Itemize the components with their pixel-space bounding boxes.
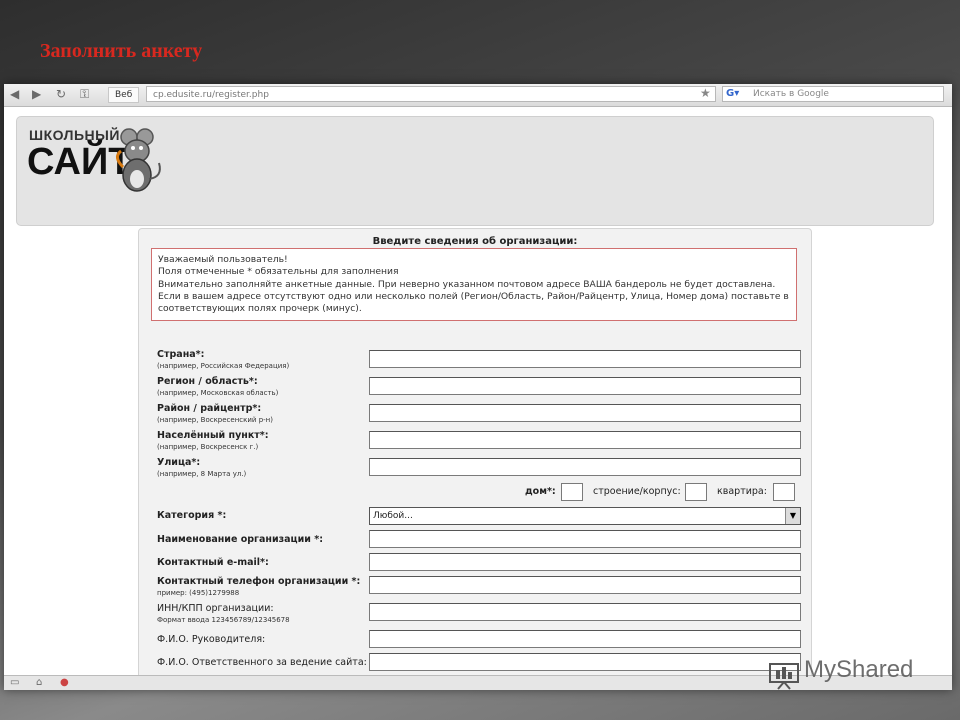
region-label: Регион / область*: xyxy=(157,376,258,387)
registration-form: Введите сведения об организации: Уважаем… xyxy=(138,228,812,690)
district-hint: (например, Воскресенский р-н) xyxy=(157,416,273,424)
notice-line: Если в вашем адресе отсутствуют одно или… xyxy=(158,290,789,302)
building-label: строение/корпус: xyxy=(593,486,681,497)
notice-line: Уважаемый пользователь! xyxy=(158,254,288,265)
slide-title: Заполнить анкету xyxy=(40,40,203,62)
notice-line: Внимательно заполняйте анкетные данные. … xyxy=(158,278,776,290)
web-tab[interactable]: Веб xyxy=(108,87,140,103)
region-hint: (например, Московская область) xyxy=(157,389,279,397)
locality-input[interactable] xyxy=(369,431,801,449)
email-label: Контактный e-mail*: xyxy=(157,557,269,568)
search-placeholder: Искать в Google xyxy=(753,89,829,99)
house-label: дом*: xyxy=(525,486,556,497)
back-icon[interactable]: ◀ xyxy=(10,87,19,101)
form-title: Введите сведения об организации: xyxy=(372,236,578,247)
district-input[interactable] xyxy=(369,404,801,422)
org-name-label: Наименование организации *: xyxy=(157,534,323,545)
inn-label: ИНН/КПП организации: xyxy=(157,603,274,614)
inn-input[interactable] xyxy=(369,603,801,621)
building-input[interactable] xyxy=(685,483,707,501)
country-hint: (например, Российская Федерация) xyxy=(157,362,290,370)
house-input[interactable] xyxy=(561,483,583,501)
phone-input[interactable] xyxy=(369,576,801,594)
watermark-text: MyShared xyxy=(804,656,914,683)
addon-icon: ● xyxy=(60,677,69,688)
status-icon: ▭ xyxy=(10,677,20,688)
responsible-input[interactable] xyxy=(369,653,801,671)
key-icon[interactable]: ⚿ xyxy=(80,87,89,101)
street-label: Улица*: xyxy=(157,457,201,468)
district-label: Район / райцентр*: xyxy=(157,403,262,414)
mouse-mascot-icon xyxy=(116,128,161,192)
director-input[interactable] xyxy=(369,630,801,648)
country-input[interactable] xyxy=(369,350,801,368)
street-input[interactable] xyxy=(369,458,801,476)
director-label: Ф.И.О. Руководителя: xyxy=(157,634,266,645)
site-header: ШКОЛЬНЫЙ САЙТ xyxy=(16,116,934,226)
notice-box: Уважаемый пользователь! Поля отмеченные … xyxy=(151,248,797,321)
category-select[interactable]: Любой... ▼ xyxy=(369,507,801,525)
region-input[interactable] xyxy=(369,377,801,395)
notice-line: Поля отмеченные * обязательны для заполн… xyxy=(158,266,399,278)
home-icon: ⌂ xyxy=(36,677,43,688)
org-name-input[interactable] xyxy=(369,530,801,548)
star-icon[interactable]: ★ xyxy=(700,86,711,100)
phone-label: Контактный телефон организации *: xyxy=(157,576,361,587)
google-icon: G▾ xyxy=(726,88,740,99)
browser-toolbar: ◀ ▶ ↻ ⚿ Веб cp.edusite.ru/register.php ★… xyxy=(4,84,952,107)
search-box[interactable]: G▾ Искать в Google xyxy=(722,86,944,102)
reload-icon[interactable]: ↻ xyxy=(56,87,66,101)
phone-hint: пример: (495)1279988 xyxy=(157,589,240,597)
street-hint: (например, 8 Марта ул.) xyxy=(157,470,247,478)
responsible-label: Ф.И.О. Ответственного за ведение сайта: xyxy=(157,657,367,668)
locality-label: Населённый пункт*: xyxy=(157,430,269,441)
notice-line: соответствующих полях прочерк (минус). xyxy=(158,303,362,315)
url-bar[interactable]: cp.edusite.ru/register.php xyxy=(146,86,716,102)
browser-window: ◀ ▶ ↻ ⚿ Веб cp.edusite.ru/register.php ★… xyxy=(4,84,952,690)
apartment-input[interactable] xyxy=(773,483,795,501)
apartment-label: квартира: xyxy=(717,486,767,497)
category-value: Любой... xyxy=(373,511,413,521)
forward-icon[interactable]: ▶ xyxy=(32,87,41,101)
email-input[interactable] xyxy=(369,553,801,571)
dropdown-arrow-icon[interactable]: ▼ xyxy=(785,508,800,524)
inn-hint: Формат ввода 123456789/12345678 xyxy=(157,616,290,624)
locality-hint: (например, Воскресенск г.) xyxy=(157,443,259,451)
country-label: Страна*: xyxy=(157,349,205,360)
category-label: Категория *: xyxy=(157,510,227,521)
presentation-icon xyxy=(769,663,799,690)
